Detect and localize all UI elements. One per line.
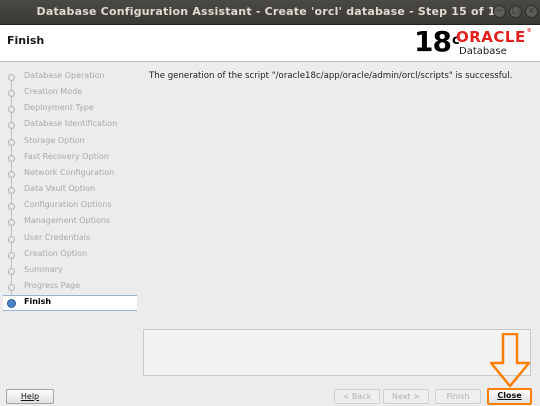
step-label: Management Options	[24, 216, 111, 226]
close-window-icon[interactable]: ×	[525, 5, 538, 18]
close-button[interactable]: Close	[487, 388, 532, 405]
step-label: Database Identification	[24, 119, 118, 129]
current-step-icon	[7, 299, 16, 309]
step-item-deployment-type[interactable]: Deployment Type	[3, 101, 137, 117]
step-label: Database Operation	[24, 71, 105, 80]
step-dot-icon	[8, 235, 15, 243]
next-button[interactable]: Next >	[383, 389, 429, 404]
step-label: Finish	[24, 297, 52, 307]
step-item-network-configuration[interactable]: Network Configuration	[3, 166, 137, 182]
step-item-summary[interactable]: Summary	[3, 263, 137, 279]
step-navigation: Database Operation Creation Mode Deploymen…	[3, 63, 137, 312]
dbca-window: Database Configuration Assistant - Creat…	[0, 0, 540, 406]
step-item-database-operation[interactable]: Database Operation	[3, 69, 137, 85]
brand-text: ORACLE	[456, 28, 526, 46]
step-dot-icon	[8, 154, 15, 162]
step-item-database-identification[interactable]: Database Identification	[3, 117, 137, 133]
step-item-creation-mode[interactable]: Creation Mode	[3, 85, 137, 101]
step-label: Network Configuration	[24, 167, 115, 177]
step-item-storage-option[interactable]: Storage Option	[3, 134, 137, 150]
close-label: Close	[497, 391, 522, 400]
registered-mark: ®	[526, 28, 533, 34]
step-item-management-options[interactable]: Management Options	[3, 214, 137, 230]
version-number: 18	[414, 25, 452, 58]
down-arrow-indicator	[489, 333, 531, 388]
details-panel	[143, 329, 531, 376]
maximize-icon[interactable]: □	[509, 5, 522, 18]
step-item-creation-option[interactable]: Creation Option	[3, 247, 137, 263]
step-item-progress-page[interactable]: Progress Page	[3, 279, 137, 295]
step-dot-icon	[8, 203, 15, 211]
step-dot-icon	[8, 106, 15, 114]
step-dot-icon	[8, 187, 15, 195]
step-label: Fast Recovery Option	[24, 151, 109, 161]
version-logo: 18c	[414, 25, 460, 58]
title-bar[interactable]: Database Configuration Assistant - Creat…	[0, 0, 540, 25]
step-dot-icon	[8, 90, 15, 98]
minimize-icon[interactable]: −	[493, 5, 506, 18]
step-dot-icon	[8, 74, 15, 81]
next-label: Next >	[392, 392, 420, 401]
step-label: Creation Mode	[24, 87, 83, 97]
step-dot-icon	[8, 170, 15, 178]
step-label: Configuration Options	[24, 200, 112, 210]
step-item-user-credentials[interactable]: User Credentials	[3, 231, 137, 247]
step-label: Data Vault Option	[24, 184, 96, 194]
step-item-finish[interactable]: Finish	[3, 295, 137, 312]
step-label: Progress Page	[24, 280, 81, 290]
back-label: < Back	[342, 392, 372, 401]
status-message: The generation of the script "/oracle18c…	[149, 71, 513, 81]
finish-button[interactable]: Finish	[435, 389, 481, 404]
back-button[interactable]: < Back	[334, 389, 380, 404]
page-title: Finish	[7, 34, 45, 47]
step-dot-icon	[8, 122, 15, 130]
step-label: Storage Option	[24, 135, 85, 145]
step-label: User Credentials	[24, 232, 91, 242]
step-dot-icon	[8, 138, 15, 146]
step-item-configuration-options[interactable]: Configuration Options	[3, 198, 137, 214]
page-header: Finish 18c ORACLE® Database	[0, 25, 540, 62]
help-button[interactable]: Help	[6, 389, 54, 404]
oracle-logo: ORACLE®	[456, 28, 532, 46]
window-title: Database Configuration Assistant - Creat…	[36, 5, 504, 18]
step-dot-icon	[8, 251, 15, 259]
step-dot-icon	[8, 267, 15, 275]
help-label: Help	[20, 392, 40, 401]
step-item-fast-recovery-option[interactable]: Fast Recovery Option	[3, 150, 137, 166]
product-name: Database	[459, 46, 507, 57]
step-item-data-vault-option[interactable]: Data Vault Option	[3, 182, 137, 198]
finish-label: Finish	[446, 392, 470, 401]
step-dot-icon	[8, 283, 15, 291]
step-label: Deployment Type	[24, 103, 94, 113]
step-label: Summary	[24, 264, 63, 274]
step-label: Creation Option	[24, 248, 88, 258]
step-dot-icon	[8, 219, 15, 227]
